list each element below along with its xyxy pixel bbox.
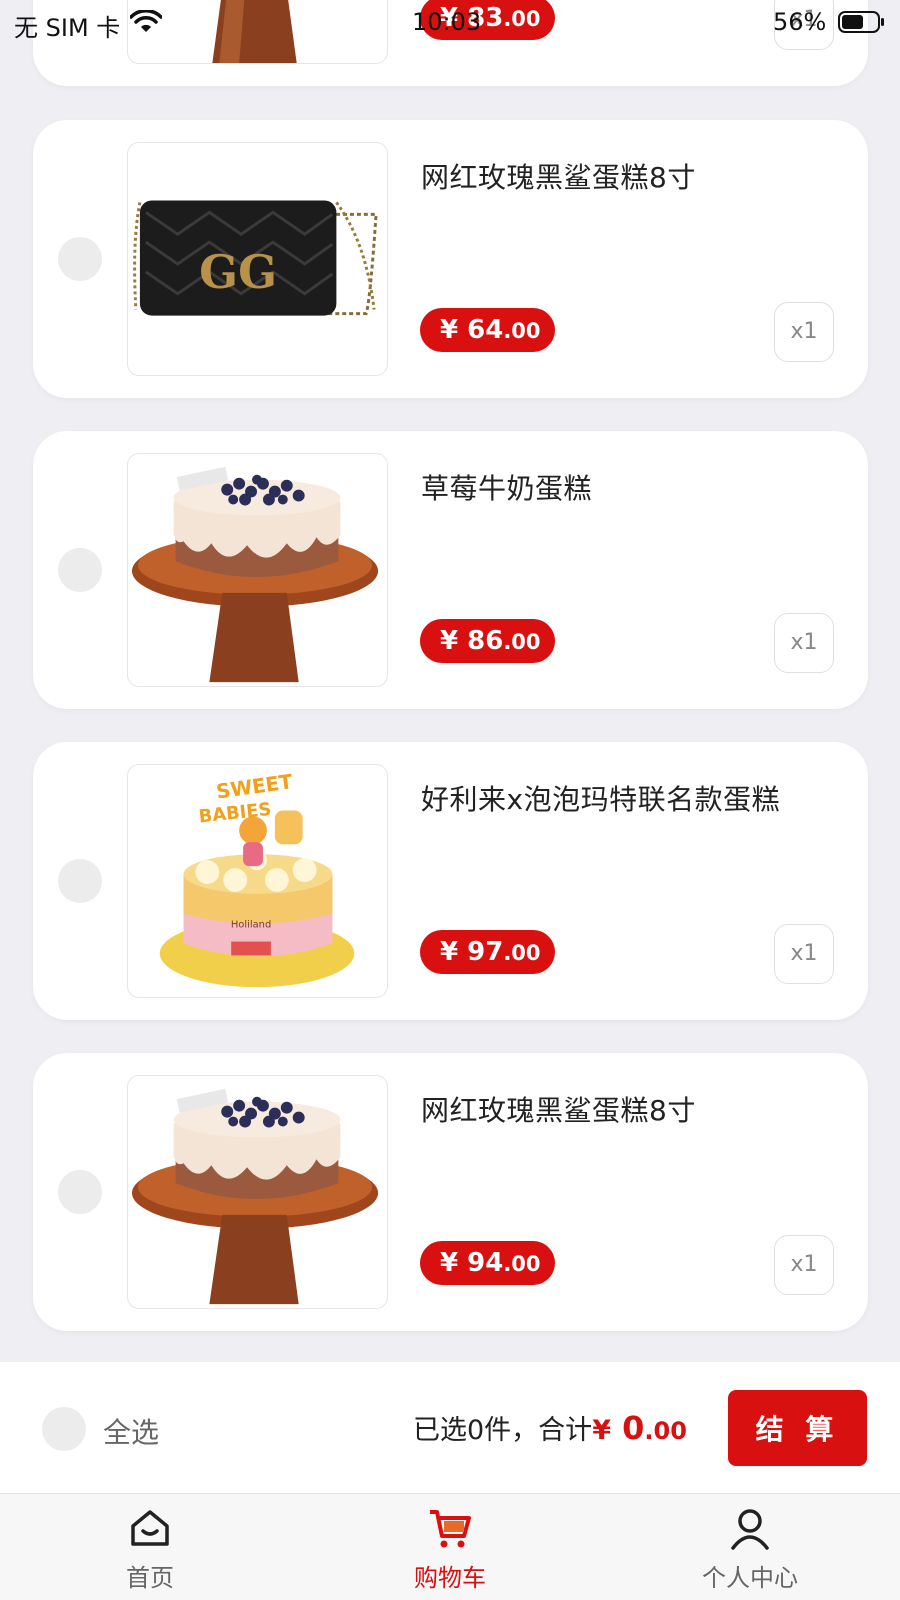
checkout-button[interactable]: 结 算 [728,1390,867,1466]
selection-summary: 已选0件，合计¥ 0.00 [413,1408,687,1447]
clock: 10:03 [412,8,482,36]
carrier-label: 无 SIM 卡 [14,14,121,42]
item-checkbox[interactable] [58,548,102,592]
cake-image: SWEET BABIES Holiland [159,770,355,988]
cart-item[interactable]: 草莓牛奶蛋糕 ¥ 86.00 x1 [33,431,868,709]
quantity-button[interactable]: x1 [774,1235,834,1295]
handbag-image: GG [133,200,378,316]
item-checkbox[interactable] [58,1170,102,1214]
product-image[interactable]: SWEET BABIES Holiland [127,764,388,998]
quantity-button[interactable]: x1 [774,924,834,984]
svg-text:GG: GG [199,245,277,299]
product-title[interactable]: 好利来x泡泡玛特联名款蛋糕 [421,778,780,818]
battery-icon [838,10,886,34]
svg-text:SWEET: SWEET [215,770,295,804]
select-all-label[interactable]: 全选 [103,1411,159,1451]
item-checkbox[interactable] [58,859,102,903]
tab-cart[interactable]: 购物车 [350,1494,550,1600]
quantity-button[interactable]: x1 [774,302,834,362]
cart-list[interactable]: ¥ 83.00 x1 GG 网红玫瑰黑鲨蛋糕8寸 ¥ 64.00 x1 草莓牛奶… [0,0,900,1362]
product-title[interactable]: 网红玫瑰黑鲨蛋糕8寸 [421,156,696,196]
product-image[interactable]: GG [127,142,388,376]
cart-item[interactable]: 网红玫瑰黑鲨蛋糕8寸 ¥ 94.00 x1 [33,1053,868,1331]
quantity-button[interactable]: x1 [774,613,834,673]
product-title[interactable]: 网红玫瑰黑鲨蛋糕8寸 [421,1089,696,1129]
summary-text: 已选0件，合计 [413,1415,593,1446]
cake-image [131,1088,379,1305]
total-price: ¥ 0.00 [592,1409,687,1447]
home-icon [128,1506,172,1550]
cart-item[interactable]: SWEET BABIES Holiland 好利来x泡泡玛特联名款蛋糕 ¥ 97… [33,742,868,1020]
cart-item[interactable]: GG 网红玫瑰黑鲨蛋糕8寸 ¥ 64.00 x1 [33,120,868,398]
cart-icon [428,1506,472,1550]
tab-label: 首页 [126,1564,174,1592]
price-tag: ¥ 94.00 [420,1241,555,1285]
item-checkbox[interactable] [58,237,102,281]
tab-label: 个人中心 [702,1564,798,1592]
product-title[interactable]: 草莓牛奶蛋糕 [421,467,592,507]
wifi-icon [129,9,163,40]
tab-label: 购物车 [414,1564,486,1592]
user-icon [728,1506,772,1550]
tab-profile[interactable]: 个人中心 [650,1494,850,1600]
price-tag: ¥ 97.00 [420,930,555,974]
select-all-checkbox[interactable] [42,1407,86,1451]
checkout-bar: 全选 已选0件，合计¥ 0.00 结 算 [0,1362,900,1493]
tab-home[interactable]: 首页 [50,1494,250,1600]
product-image[interactable] [127,453,388,687]
status-bar: 无 SIM 卡 10:03 56% [0,0,900,46]
cake-image [131,466,379,683]
svg-text:Holiland: Holiland [231,920,271,931]
battery-percent: 56% [773,8,827,36]
tab-bar: 首页 购物车 个人中心 [0,1493,900,1600]
price-tag: ¥ 86.00 [420,619,555,663]
price-tag: ¥ 64.00 [420,308,555,352]
product-image[interactable] [127,1075,388,1309]
